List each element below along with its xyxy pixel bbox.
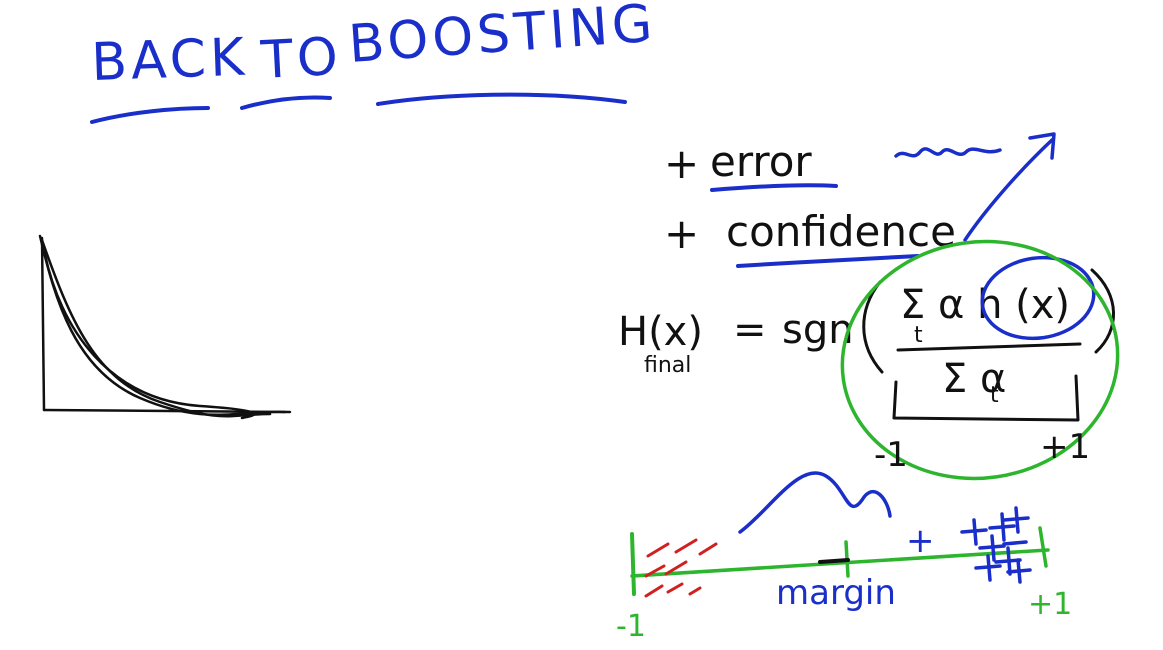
plus-mark-single: + (906, 521, 935, 561)
notes-group: + error + confidence (664, 132, 1056, 268)
confidence-up-arrow-head (1028, 132, 1056, 160)
margin-number-line: -1 +1 margin + (616, 471, 1072, 644)
red-hatch-region (644, 538, 718, 598)
title-word-to: TO (259, 27, 344, 91)
title-underline-back (90, 106, 210, 124)
title-word-back: BACK (90, 28, 249, 93)
formula-equals: = (733, 307, 767, 353)
formula-right-paren (1090, 268, 1115, 354)
formula-group: H(x) final = sgn Σ α h (x) t Σ α t -1 +1 (618, 239, 1120, 481)
whiteboard-canvas: BACK TO BOOSTING + error + confidence H(… (38, 0, 1120, 644)
confidence-up-arrow (963, 138, 1054, 242)
title-underline-boosting (376, 92, 627, 106)
title-word-boosting: BOOSTING (347, 0, 658, 75)
number-line-left-tick (630, 532, 636, 596)
number-line-label-plus-one: +1 (1028, 587, 1072, 622)
confidence-word: confidence (726, 207, 956, 256)
margin-label: margin (776, 573, 896, 613)
range-label-plus-one: +1 (1040, 427, 1090, 467)
formula-lhs: H(x) (618, 309, 703, 355)
decay-axis-vertical (40, 236, 46, 412)
error-word: error (710, 137, 812, 186)
formula-lhs-subscript: final (644, 353, 691, 378)
formula-numerator-sub-t: t (914, 323, 923, 348)
plus-cluster (960, 506, 1032, 584)
decay-curve-2 (40, 238, 272, 418)
range-label-minus-one: -1 (874, 435, 908, 475)
confidence-underline (736, 254, 920, 268)
number-line-right-tick (1038, 526, 1048, 568)
error-squiggle (894, 147, 1002, 158)
decay-curve-sketch (38, 234, 292, 420)
confidence-plus: + (664, 209, 699, 258)
formula-denominator-sub-t: t (990, 383, 999, 408)
number-line-label-minus-one: -1 (616, 609, 646, 644)
error-plus: + (664, 139, 699, 188)
number-line-thick-segment (818, 558, 850, 564)
title-underline-to (240, 95, 332, 110)
distribution-bump (738, 471, 892, 534)
decay-curve-3 (42, 248, 256, 420)
formula-fraction-bar (896, 342, 1082, 352)
title-group: BACK TO BOOSTING (90, 0, 658, 124)
